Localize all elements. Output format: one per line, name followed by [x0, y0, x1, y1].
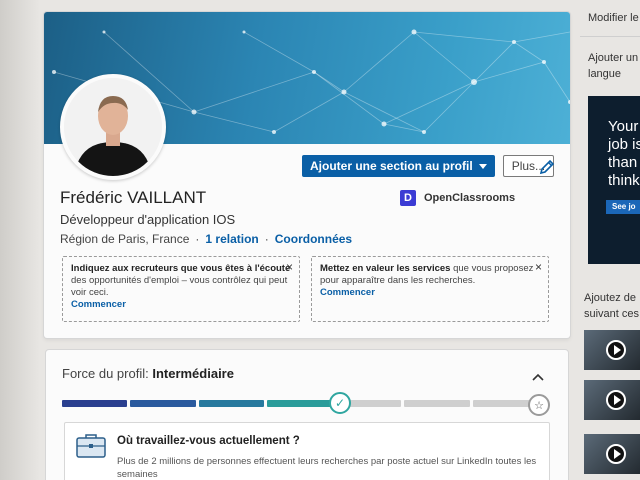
tip-text: des opportunités d'emploi – vous contrôl…	[71, 275, 288, 298]
profile-card: Ajouter une section au profil Plus... Fr…	[44, 12, 570, 338]
suggested-line-2: suivant ces	[584, 308, 640, 320]
suggested-courses-heading: Ajoutez de suivant ces	[584, 290, 640, 322]
contact-info-link[interactable]: Coordonnées	[275, 232, 352, 246]
add-language-link[interactable]: Ajouter un langue	[588, 50, 640, 82]
strength-segment	[130, 400, 196, 407]
profile-name: Frédéric VAILLANT	[60, 188, 207, 207]
strength-level: Intermédiaire	[152, 366, 234, 381]
play-icon	[606, 340, 626, 360]
strength-segment	[198, 400, 265, 407]
profile-actions: Ajouter une section au profil Plus...	[302, 155, 555, 177]
briefcase-icon	[76, 434, 106, 458]
video-thumbnail[interactable]	[584, 330, 640, 370]
open-to-opportunities-tip: × Indiquez aux recruteurs que vous êtes …	[62, 256, 300, 322]
star-icon: ☆	[528, 394, 550, 416]
ad-line: think	[608, 172, 640, 189]
rail-divider	[580, 36, 640, 37]
tip-start-link[interactable]: Commencer	[320, 287, 540, 299]
meta-separator: ·	[264, 232, 269, 246]
add-language-line-1: Ajouter un	[588, 52, 639, 64]
video-thumbnail[interactable]	[584, 380, 640, 420]
strength-segment	[404, 400, 470, 407]
ad-cta-button[interactable]: See jo	[606, 200, 640, 214]
chevron-down-icon	[478, 163, 487, 169]
play-icon	[606, 390, 626, 410]
profile-strength-meter	[62, 400, 538, 408]
chevron-up-icon[interactable]	[532, 372, 544, 384]
profile-location: Région de Paris, France	[60, 232, 190, 246]
add-profile-section-label: Ajouter une section au profil	[310, 159, 473, 173]
play-icon	[606, 444, 626, 464]
work-question: Où travaillez-vous actuellement ?	[117, 435, 300, 447]
strength-segment	[267, 400, 333, 407]
openclassrooms-logo-icon: D	[400, 190, 416, 206]
meta-separator: ·	[195, 232, 200, 246]
advertisement[interactable]: Your job is than think See jo	[588, 96, 640, 264]
right-rail: Modifier le Ajouter un langue Your job i…	[580, 0, 640, 480]
profile-strength-title: Force du profil: Intermédiaire	[62, 366, 234, 381]
profile-avatar[interactable]	[60, 74, 166, 180]
check-icon: ✓	[329, 392, 351, 414]
video-thumbnail[interactable]	[584, 434, 640, 474]
current-position-prompt[interactable]: Où travaillez-vous actuellement ? Plus d…	[64, 422, 550, 480]
add-language-line-2: langue	[588, 68, 622, 80]
company-logo-letter: D	[404, 192, 412, 204]
strength-segment	[62, 400, 128, 407]
profile-meta: Région de Paris, France · 1 relation · C…	[60, 232, 352, 246]
pencil-edit-icon[interactable]	[538, 158, 556, 176]
strength-label: Force du profil:	[62, 366, 153, 381]
work-description: Plus de 2 millions de personnes effectue…	[117, 456, 537, 480]
current-company[interactable]: D OpenClassrooms	[400, 190, 515, 206]
profile-headline: Développeur d'application IOS	[60, 212, 236, 227]
close-icon[interactable]: ×	[286, 261, 293, 273]
edit-public-profile-link[interactable]: Modifier le	[588, 12, 639, 24]
close-icon[interactable]: ×	[535, 261, 542, 273]
ad-line: than	[608, 154, 638, 171]
company-name: OpenClassrooms	[424, 192, 516, 204]
tip-strong-text: Indiquez aux recruteurs que vous êtes à …	[71, 263, 291, 274]
profile-strength-card: Force du profil: Intermédiaire ✓ ☆ Où tr…	[46, 350, 568, 480]
tip-start-link[interactable]: Commencer	[71, 299, 291, 311]
person-photo-icon	[64, 78, 162, 176]
showcase-services-tip: × Mettez en valeur les services que vous…	[311, 256, 549, 322]
ad-line: job is	[608, 136, 640, 153]
page-background-shade	[0, 0, 40, 480]
ad-line: Your	[608, 118, 639, 135]
suggested-line-1: Ajoutez de	[584, 292, 636, 304]
add-profile-section-button[interactable]: Ajouter une section au profil	[302, 155, 495, 177]
tip-strong-text: Mettez en valeur les services	[320, 263, 451, 274]
connections-link[interactable]: 1 relation	[205, 232, 258, 246]
